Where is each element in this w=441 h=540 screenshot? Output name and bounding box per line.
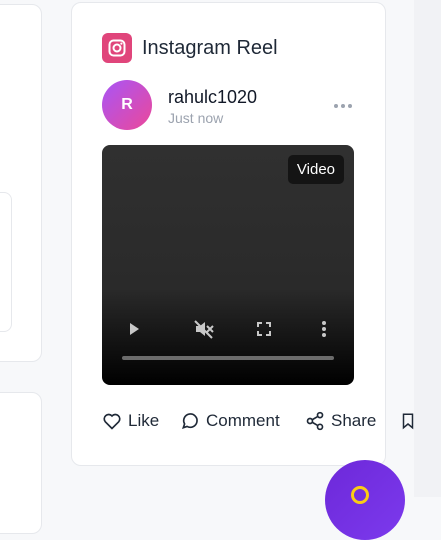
post-platform-label: Instagram Reel [142, 36, 278, 59]
floating-action-button[interactable] [325, 460, 405, 540]
post-card: Instagram Reel R rahulc1020 Just now Vid… [71, 2, 414, 466]
share-icon [306, 411, 324, 431]
avatar-initial: R [121, 96, 133, 113]
post-actions: Like Comment Share [102, 411, 414, 435]
comment-label: Comment [206, 411, 280, 430]
post-header: Instagram Reel [102, 33, 278, 63]
share-button[interactable]: Share [305, 411, 376, 431]
instagram-icon [102, 33, 132, 63]
more-options-icon[interactable] [334, 101, 354, 111]
fab-icon [351, 486, 369, 504]
fullscreen-icon[interactable] [252, 317, 276, 341]
comment-button[interactable]: Comment [180, 411, 280, 431]
adjacent-card-inner-box [0, 192, 12, 332]
bookmark-icon [402, 413, 414, 430]
like-label: Like [128, 411, 160, 430]
avatar[interactable]: R [102, 80, 152, 130]
play-icon[interactable] [122, 317, 146, 341]
heart-icon [103, 413, 121, 430]
post-username[interactable]: rahulc1020 [168, 87, 257, 108]
bookmark-button[interactable] [399, 411, 417, 431]
like-button[interactable]: Like [102, 411, 159, 431]
video-controls [102, 317, 354, 341]
adjacent-card-bottom [0, 392, 42, 534]
right-gutter [414, 0, 441, 497]
comment-icon [182, 413, 198, 429]
video-progress-bar[interactable] [122, 356, 334, 360]
mute-icon[interactable] [192, 317, 216, 341]
video-badge: Video [287, 155, 344, 184]
video-player[interactable]: Video [102, 145, 354, 385]
video-options-icon[interactable] [312, 317, 336, 341]
share-label: Share [331, 411, 377, 430]
post-timestamp: Just now [168, 110, 224, 126]
